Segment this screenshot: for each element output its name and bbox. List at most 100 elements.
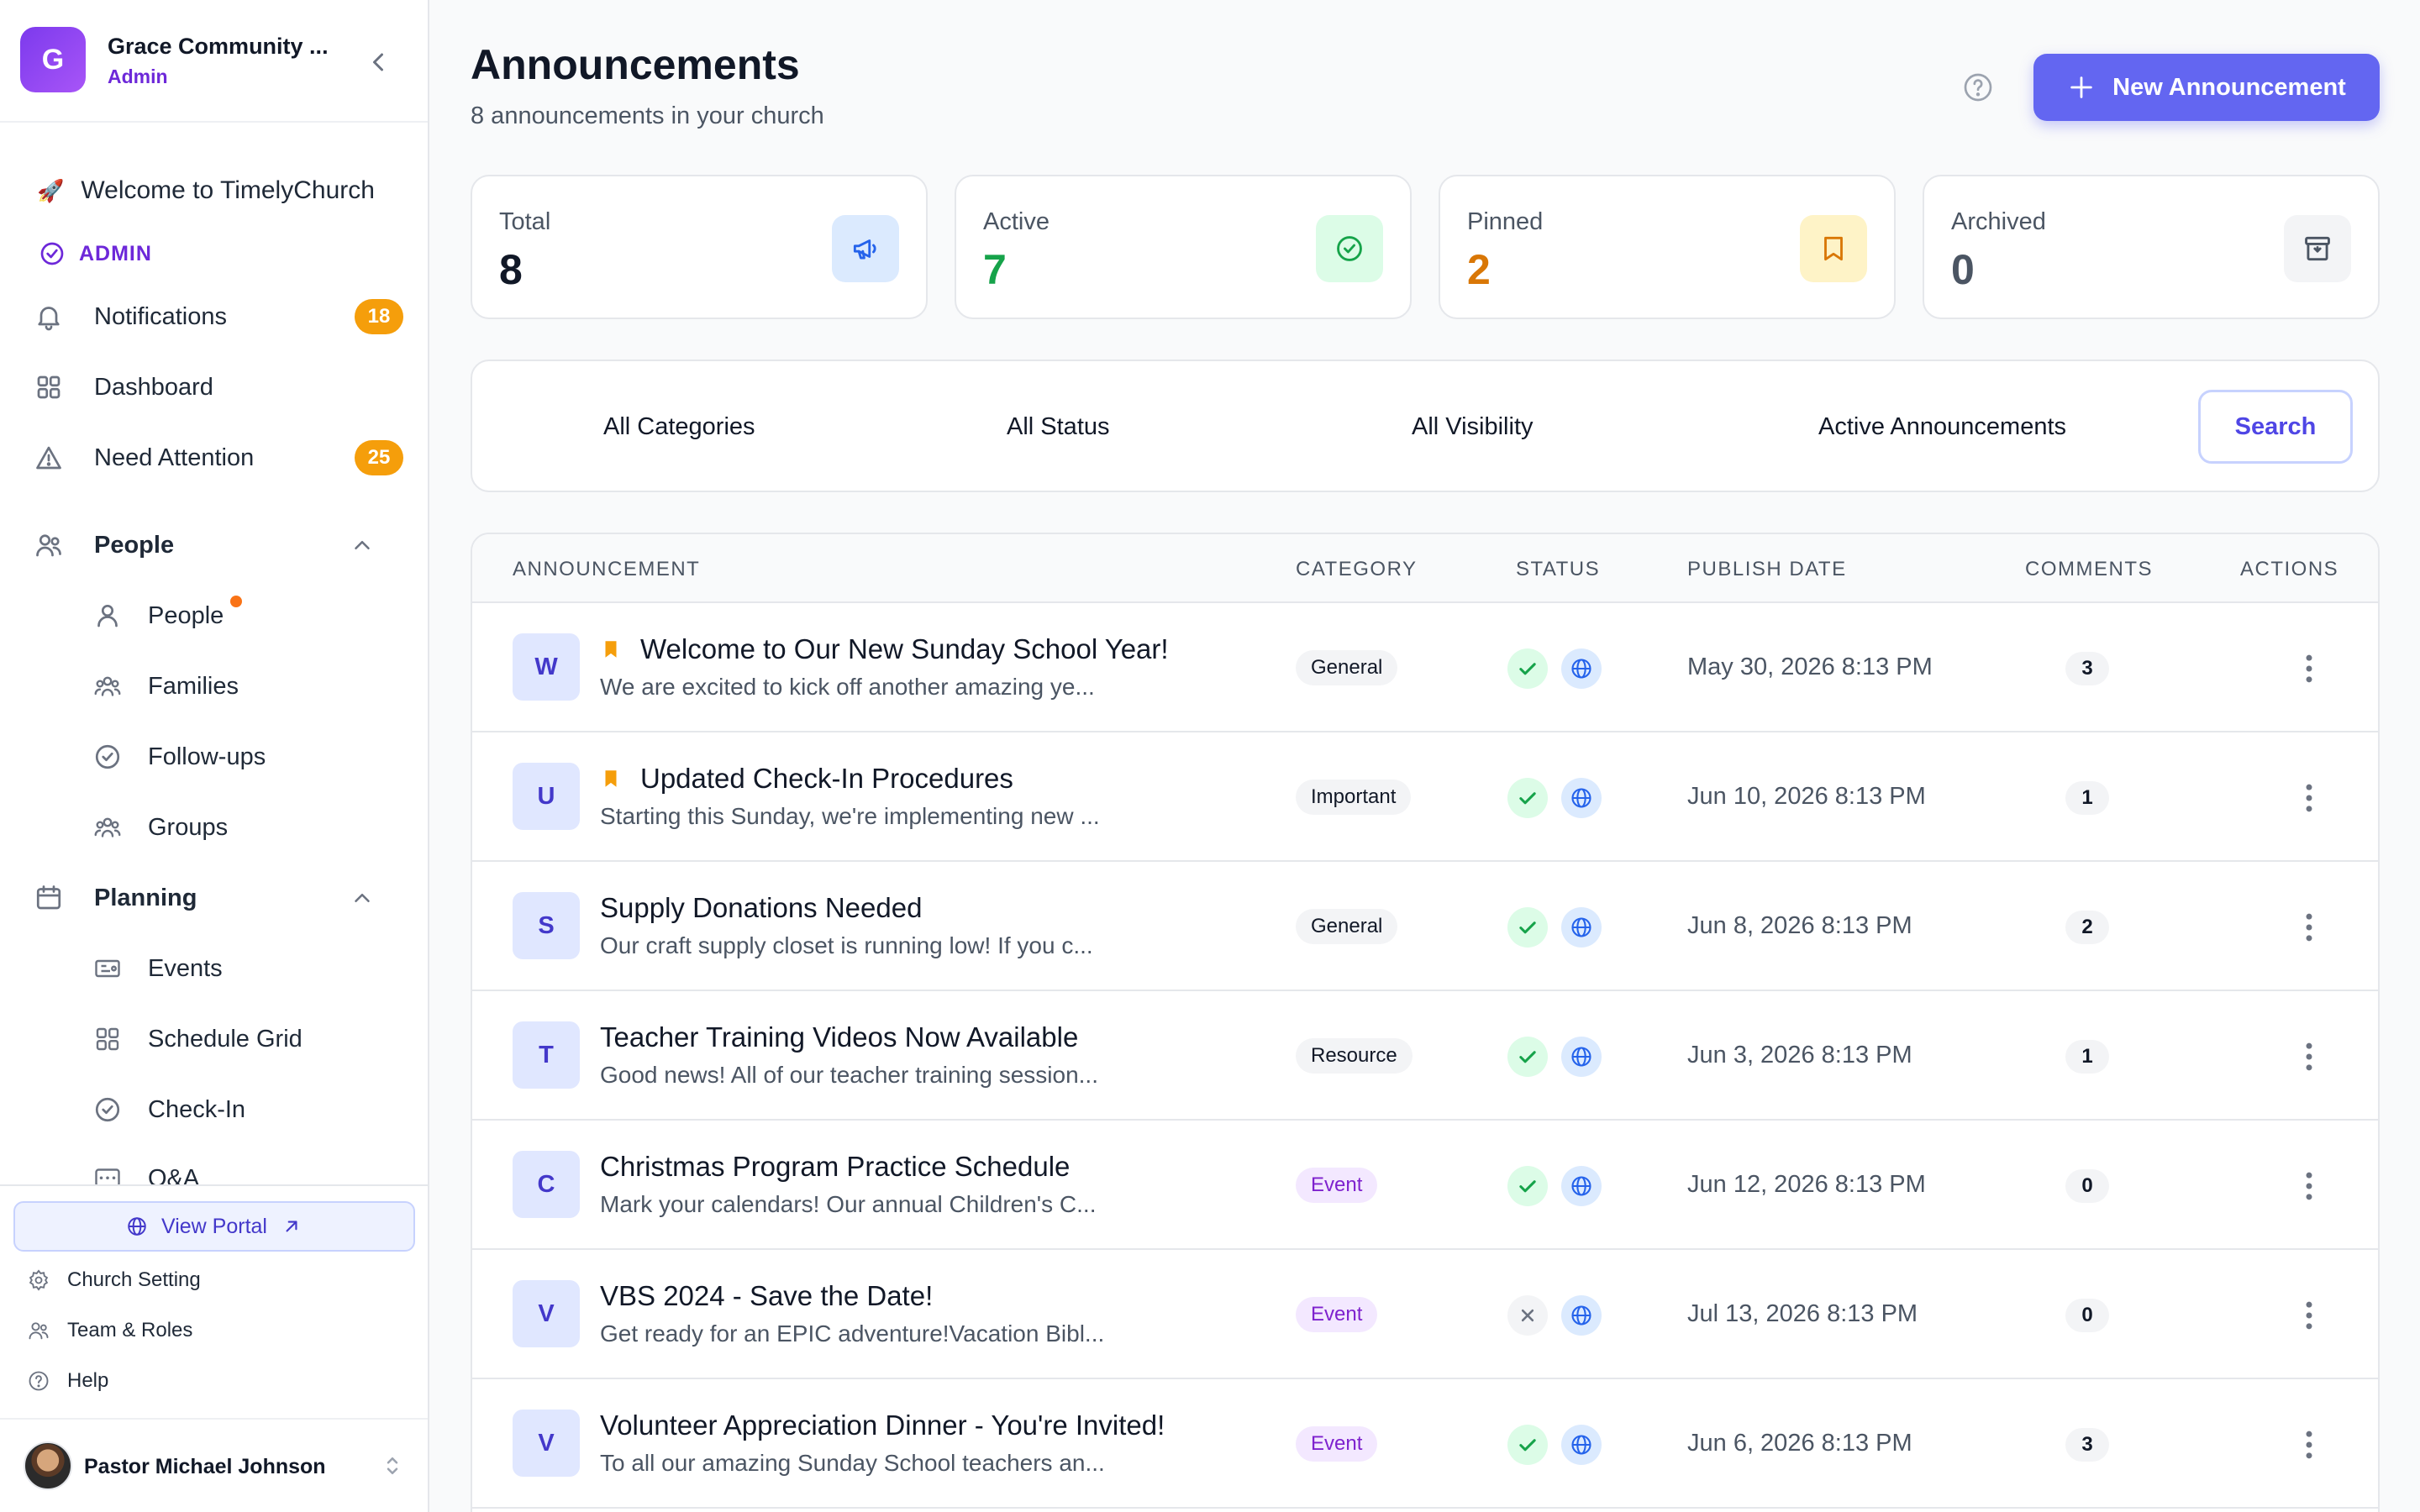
sidebar-item-events[interactable]: Events (92, 943, 403, 994)
announcement-excerpt: Mark your calendars! Our annual Children… (600, 1191, 1097, 1217)
announcement-title[interactable]: Volunteer Appreciation Dinner - You're I… (600, 1410, 1165, 1441)
church-logo[interactable]: G (20, 27, 86, 92)
row-actions-button[interactable] (2291, 650, 2328, 687)
admin-label: ADMIN (79, 241, 152, 265)
sidebar-item-check-in[interactable]: Check-In (92, 1084, 403, 1135)
sidebar-item-groups[interactable]: Groups (92, 802, 403, 853)
bookmark-icon (1824, 236, 1843, 261)
ticket-icon (95, 959, 120, 978)
row-actions-button[interactable] (2291, 1426, 2328, 1463)
chat-icon (95, 1168, 120, 1184)
check-circle-icon (1337, 236, 1362, 261)
view-portal-button[interactable]: View Portal (13, 1201, 415, 1252)
help-circle-icon (29, 1371, 49, 1391)
table-row[interactable]: W Welcome to Our New Sunday School Year!… (472, 603, 2378, 732)
sidebar-item-label: Families (148, 672, 239, 700)
column-header: CATEGORY (1296, 558, 1418, 580)
chevron-up-icon[interactable] (350, 533, 375, 558)
sidebar-item-notifications[interactable]: Notifications 18 (34, 291, 403, 342)
church-name[interactable]: Grace Community ... (108, 34, 329, 60)
table-row[interactable]: U Updated Check-In Procedures Starting t… (472, 732, 2378, 862)
stat-value: 8 (499, 246, 523, 293)
announcement-title[interactable]: VBS 2024 - Save the Date! (600, 1280, 933, 1312)
sidebar-item-qa[interactable]: Q&A (92, 1153, 403, 1184)
announcement-title-text: Christmas Program Practice Schedule (600, 1151, 1071, 1182)
visibility-public (1561, 1295, 1602, 1336)
column-header: STATUS (1516, 558, 1601, 580)
category-filter[interactable]: All Categories (603, 413, 755, 441)
table-row[interactable]: C Christmas Program Practice Schedule Ma… (472, 1121, 2378, 1250)
table-row[interactable]: S Supply Donations Needed Our craft supp… (472, 862, 2378, 991)
announcement-excerpt: Get ready for an EPIC adventure!Vacation… (600, 1320, 1105, 1347)
more-vertical-icon (2306, 654, 2312, 683)
table-row[interactable]: V Volunteer Appreciation Dinner - You're… (472, 1379, 2378, 1509)
globe-icon (1571, 1176, 1591, 1196)
sidebar-item-people[interactable]: People (92, 591, 403, 641)
status-filter[interactable]: All Status (1007, 413, 1110, 441)
check-icon (1519, 921, 1536, 934)
announcement-title[interactable]: Welcome to Our New Sunday School Year! (600, 633, 1169, 665)
filter-bar: All Categories All Status All Visibility… (471, 360, 2380, 492)
publish-date: May 30, 2026 8:13 PM (1687, 654, 1933, 680)
row-actions-button[interactable] (2291, 1168, 2328, 1205)
row-actions-button[interactable] (2291, 1038, 2328, 1075)
stat-label: Pinned (1467, 208, 1544, 235)
globe-icon (1571, 788, 1591, 808)
x-icon (1521, 1309, 1534, 1322)
grid-icon (96, 1027, 119, 1051)
search-button[interactable]: Search (2198, 390, 2353, 464)
table-row[interactable]: T Teacher Training Videos Now Available … (472, 991, 2378, 1121)
sidebar-section-planning[interactable]: Planning (34, 873, 403, 923)
help-link[interactable]: Help (27, 1369, 108, 1393)
sidebar-item-follow-ups[interactable]: Follow-ups (92, 732, 403, 782)
check-circle-icon (95, 1097, 120, 1122)
active-filter[interactable]: Active Announcements (1818, 413, 2066, 441)
help-label: Help (67, 1369, 109, 1392)
column-header: ACTIONS (2240, 558, 2339, 580)
visibility-filter[interactable]: All Visibility (1412, 413, 1534, 441)
sidebar-item-dashboard[interactable]: Dashboard (34, 362, 403, 412)
collapse-sidebar-button[interactable] (363, 47, 393, 77)
help-circle-icon (1964, 73, 1992, 102)
sidebar-item-welcome[interactable]: 🚀 Welcome to TimelyChurch (37, 176, 375, 205)
chevron-up-icon[interactable] (350, 885, 375, 911)
announcement-title-text: Updated Check-In Procedures (640, 763, 1013, 794)
announcement-title[interactable]: Updated Check-In Procedures (600, 763, 1013, 795)
team-roles-link[interactable]: Team & Roles (27, 1319, 192, 1342)
sidebar-item-families[interactable]: Families (92, 661, 403, 711)
sidebar-nav[interactable]: 🚀 Welcome to TimelyChurch ADMIN Notifica… (0, 124, 428, 1184)
status-active (1507, 1037, 1548, 1077)
sidebar-item-label: Notifications (94, 302, 227, 330)
comments-count: 0 (2065, 1169, 2109, 1203)
globe-icon (1571, 1047, 1591, 1067)
group-icon (94, 817, 121, 837)
new-announcement-button[interactable]: New Announcement (2033, 54, 2380, 121)
stat-card-pinned: Pinned 2 (1439, 175, 1896, 319)
table-row[interactable]: V VBS 2024 - Save the Date! Get ready fo… (472, 1250, 2378, 1379)
category-badge: Event (1296, 1168, 1378, 1203)
sidebar-item-schedule-grid[interactable]: Schedule Grid (92, 1014, 403, 1064)
users-icon (29, 1322, 49, 1340)
church-setting-label: Church Setting (67, 1268, 201, 1291)
row-actions-button[interactable] (2291, 909, 2328, 946)
church-setting-link[interactable]: Church Setting (27, 1268, 201, 1292)
status-active (1507, 1425, 1548, 1465)
chevron-up-down-icon (387, 1457, 398, 1474)
row-actions-button[interactable] (2291, 780, 2328, 816)
announcement-title[interactable]: Teacher Training Videos Now Available (600, 1021, 1078, 1053)
pin-icon (605, 770, 617, 787)
sidebar-item-label: Schedule Grid (148, 1025, 302, 1053)
stat-card-active: Active 7 (955, 175, 1412, 319)
row-actions-button[interactable] (2291, 1297, 2328, 1334)
category-badge: General (1296, 909, 1398, 944)
announcement-title[interactable]: Supply Donations Needed (600, 892, 922, 924)
help-button[interactable] (1961, 71, 1995, 104)
announcement-title[interactable]: Christmas Program Practice Schedule (600, 1151, 1070, 1183)
stat-label: Active (983, 208, 1050, 235)
user-menu[interactable]: Pastor Michael Johnson (0, 1418, 428, 1512)
sidebar-section-people[interactable]: People (34, 520, 403, 570)
sidebar-item-label: Dashboard (94, 373, 213, 401)
megaphone-icon (853, 239, 876, 260)
sidebar-item-need-attention[interactable]: Need Attention 25 (34, 433, 403, 483)
announcement-excerpt: Our craft supply closet is running low! … (600, 932, 1093, 958)
